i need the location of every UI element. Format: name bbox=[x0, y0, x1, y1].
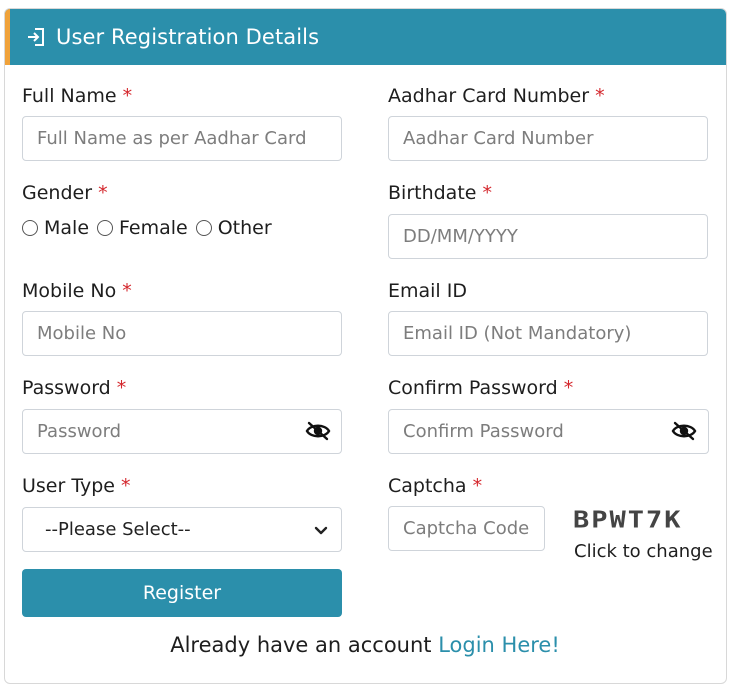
full-name-label-text: Full Name bbox=[22, 85, 117, 107]
required-mark: * bbox=[595, 85, 605, 107]
confirm-password-input[interactable] bbox=[388, 409, 709, 454]
required-mark: * bbox=[482, 182, 493, 204]
required-mark: * bbox=[563, 377, 574, 399]
gender-label: Gender * bbox=[22, 182, 108, 204]
required-mark: * bbox=[122, 280, 132, 302]
confirm-password-label-text: Confirm Password bbox=[388, 377, 558, 399]
birthdate-label-text: Birthdate bbox=[388, 182, 477, 204]
email-label: Email ID bbox=[388, 280, 467, 302]
login-link[interactable]: Login Here! bbox=[438, 633, 560, 657]
confirm-password-label: Confirm Password * bbox=[388, 377, 573, 399]
password-input[interactable] bbox=[22, 409, 342, 454]
register-button[interactable]: Register bbox=[22, 569, 342, 617]
chevron-down-icon bbox=[313, 522, 329, 543]
page-title: User Registration Details bbox=[56, 25, 320, 49]
birthdate-label: Birthdate * bbox=[388, 182, 492, 204]
mobile-input[interactable] bbox=[22, 311, 342, 356]
gender-option-other[interactable]: Other bbox=[195, 217, 272, 239]
radio-button[interactable] bbox=[195, 220, 212, 236]
login-prompt: Already have an account Login Here! bbox=[0, 633, 730, 657]
gender-option-label: Male bbox=[44, 217, 90, 239]
mobile-label: Mobile No * bbox=[22, 280, 132, 302]
required-mark: * bbox=[121, 475, 131, 497]
email-label-text: Email ID bbox=[388, 280, 467, 302]
card-header: User Registration Details bbox=[5, 9, 726, 65]
eye-slash-icon[interactable] bbox=[304, 420, 332, 442]
aadhar-input[interactable] bbox=[388, 116, 708, 161]
aadhar-label-text: Aadhar Card Number bbox=[388, 85, 590, 107]
captcha-label: Captcha * bbox=[388, 475, 482, 497]
captcha-input[interactable] bbox=[388, 506, 545, 551]
login-prompt-text: Already have an account bbox=[170, 633, 432, 657]
captcha-label-text: Captcha bbox=[388, 475, 467, 497]
aadhar-label: Aadhar Card Number * bbox=[388, 85, 605, 107]
captcha-refresh-link[interactable]: Click to change bbox=[574, 541, 713, 562]
user-type-selected-value: --Please Select-- bbox=[45, 519, 191, 540]
gender-option-label: Other bbox=[217, 217, 272, 239]
password-label-text: Password bbox=[22, 377, 111, 399]
user-type-label: User Type * bbox=[22, 475, 131, 497]
login-icon bbox=[26, 26, 48, 48]
captcha-image[interactable]: BPWT7K bbox=[573, 507, 683, 533]
radio-button[interactable] bbox=[97, 220, 114, 236]
gender-option-label: Female bbox=[119, 217, 188, 239]
password-label: Password * bbox=[22, 377, 126, 399]
gender-radio-group: Male Female Other bbox=[22, 217, 280, 239]
required-mark: * bbox=[472, 475, 483, 497]
gender-option-female[interactable]: Female bbox=[97, 217, 188, 239]
full-name-label: Full Name * bbox=[22, 85, 132, 107]
gender-label-text: Gender bbox=[22, 182, 93, 204]
email-input[interactable] bbox=[388, 311, 708, 356]
required-mark: * bbox=[116, 377, 127, 399]
radio-button[interactable] bbox=[22, 220, 38, 236]
required-mark: * bbox=[98, 182, 108, 204]
birthdate-input[interactable] bbox=[388, 214, 708, 259]
user-type-label-text: User Type bbox=[22, 475, 115, 497]
required-mark: * bbox=[122, 85, 133, 107]
gender-option-male[interactable]: Male bbox=[22, 217, 89, 239]
user-type-select[interactable]: --Please Select-- bbox=[22, 507, 342, 552]
full-name-input[interactable] bbox=[22, 116, 342, 161]
eye-slash-icon[interactable] bbox=[670, 420, 698, 442]
mobile-label-text: Mobile No bbox=[22, 280, 117, 302]
